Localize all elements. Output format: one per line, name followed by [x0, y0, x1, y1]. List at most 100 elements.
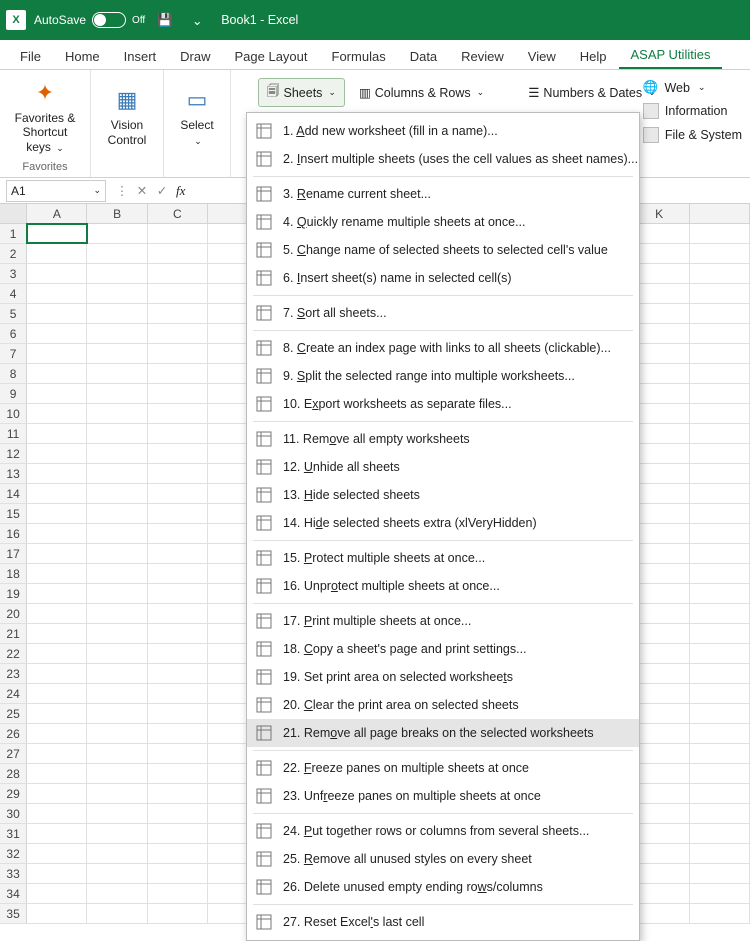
cell[interactable]	[87, 384, 147, 403]
cell[interactable]	[87, 884, 147, 903]
cell[interactable]	[148, 364, 208, 383]
cell[interactable]	[87, 404, 147, 423]
row-header[interactable]: 12	[0, 444, 27, 463]
cell[interactable]	[87, 684, 147, 703]
cell[interactable]	[27, 324, 87, 343]
menu-item-22[interactable]: 22. Freeze panes on multiple sheets at o…	[247, 754, 639, 782]
cell[interactable]	[148, 504, 208, 523]
cell[interactable]	[148, 824, 208, 843]
row-header[interactable]: 27	[0, 744, 27, 763]
row-header[interactable]: 13	[0, 464, 27, 483]
favorites-button[interactable]: ✦ Favorites &Shortcut keys ⌄	[10, 79, 80, 154]
row-header[interactable]: 14	[0, 484, 27, 503]
cell[interactable]	[87, 304, 147, 323]
row-header[interactable]: 18	[0, 564, 27, 583]
cell[interactable]	[690, 224, 750, 243]
cell[interactable]	[148, 424, 208, 443]
cell[interactable]	[27, 384, 87, 403]
cell[interactable]	[27, 464, 87, 483]
tab-review[interactable]: Review	[449, 43, 516, 69]
menu-item-27[interactable]: 27. Reset Excel's last cell	[247, 908, 639, 936]
cell[interactable]	[27, 564, 87, 583]
cell[interactable]	[690, 864, 750, 883]
row-header[interactable]: 23	[0, 664, 27, 683]
cell[interactable]	[27, 784, 87, 803]
cell[interactable]	[148, 864, 208, 883]
cell[interactable]	[87, 844, 147, 863]
column-header[interactable]	[690, 204, 750, 223]
information-dropdown[interactable]: Information	[639, 101, 746, 121]
cell[interactable]	[148, 324, 208, 343]
menu-item-24[interactable]: 24. Put together rows or columns from se…	[247, 817, 639, 845]
cell[interactable]	[87, 784, 147, 803]
cell[interactable]	[690, 764, 750, 783]
row-header[interactable]: 8	[0, 364, 27, 383]
formula-more-icon[interactable]: ⋮	[112, 183, 132, 198]
menu-item-25[interactable]: 25. Remove all unused styles on every sh…	[247, 845, 639, 873]
tab-asap-utilities[interactable]: ASAP Utilities	[619, 41, 723, 69]
cell[interactable]	[27, 864, 87, 883]
cell[interactable]	[690, 524, 750, 543]
menu-item-5[interactable]: 5. Change name of selected sheets to sel…	[247, 236, 639, 264]
menu-item-1[interactable]: 1. Add new worksheet (fill in a name)...	[247, 117, 639, 145]
cell[interactable]	[148, 224, 208, 243]
row-header[interactable]: 31	[0, 824, 27, 843]
tab-data[interactable]: Data	[398, 43, 449, 69]
cell[interactable]	[690, 544, 750, 563]
cell[interactable]	[148, 904, 208, 923]
cell[interactable]	[148, 484, 208, 503]
menu-item-26[interactable]: 26. Delete unused empty ending rows/colu…	[247, 873, 639, 901]
cell[interactable]	[87, 464, 147, 483]
row-header[interactable]: 1	[0, 224, 27, 243]
fx-icon[interactable]: fx	[172, 183, 189, 199]
cell[interactable]	[87, 644, 147, 663]
cell[interactable]	[27, 884, 87, 903]
cell[interactable]	[27, 544, 87, 563]
cell[interactable]	[148, 724, 208, 743]
cell[interactable]	[87, 244, 147, 263]
quickaccess-more-icon[interactable]: ⌄	[185, 8, 209, 32]
column-header[interactable]: A	[27, 204, 87, 223]
cell[interactable]	[690, 684, 750, 703]
column-header[interactable]: B	[87, 204, 147, 223]
autosave-toggle[interactable]: AutoSave Off	[34, 12, 145, 28]
cell[interactable]	[27, 704, 87, 723]
cell[interactable]	[27, 344, 87, 363]
cell[interactable]	[148, 404, 208, 423]
row-header[interactable]: 10	[0, 404, 27, 423]
tab-file[interactable]: File	[8, 43, 53, 69]
cell[interactable]	[27, 224, 87, 243]
menu-item-17[interactable]: 17. Print multiple sheets at once...	[247, 607, 639, 635]
menu-item-2[interactable]: 2. Insert multiple sheets (uses the cell…	[247, 145, 639, 173]
cell[interactable]	[27, 444, 87, 463]
cell[interactable]	[27, 684, 87, 703]
cell[interactable]	[27, 484, 87, 503]
cell[interactable]	[690, 424, 750, 443]
cell[interactable]	[690, 504, 750, 523]
cell[interactable]	[148, 844, 208, 863]
row-header[interactable]: 35	[0, 904, 27, 923]
cell[interactable]	[148, 884, 208, 903]
vision-control-button[interactable]: ▦ VisionControl	[101, 86, 153, 147]
menu-item-21[interactable]: 21. Remove all page breaks on the select…	[247, 719, 639, 747]
tab-insert[interactable]: Insert	[112, 43, 169, 69]
cell[interactable]	[690, 664, 750, 683]
cell[interactable]	[27, 264, 87, 283]
cell[interactable]	[148, 764, 208, 783]
cell[interactable]	[148, 264, 208, 283]
cell[interactable]	[27, 244, 87, 263]
toggle-switch[interactable]	[92, 12, 126, 28]
save-icon[interactable]: 💾	[153, 8, 177, 32]
cell[interactable]	[148, 644, 208, 663]
cell[interactable]	[690, 264, 750, 283]
cell[interactable]	[87, 704, 147, 723]
cell[interactable]	[27, 664, 87, 683]
menu-item-9[interactable]: 9. Split the selected range into multipl…	[247, 362, 639, 390]
cell[interactable]	[690, 824, 750, 843]
cell[interactable]	[27, 584, 87, 603]
cell[interactable]	[148, 704, 208, 723]
cell[interactable]	[87, 824, 147, 843]
cell[interactable]	[690, 904, 750, 923]
menu-item-13[interactable]: 13. Hide selected sheets	[247, 481, 639, 509]
web-dropdown[interactable]: 🌐Web⌄	[639, 78, 746, 97]
